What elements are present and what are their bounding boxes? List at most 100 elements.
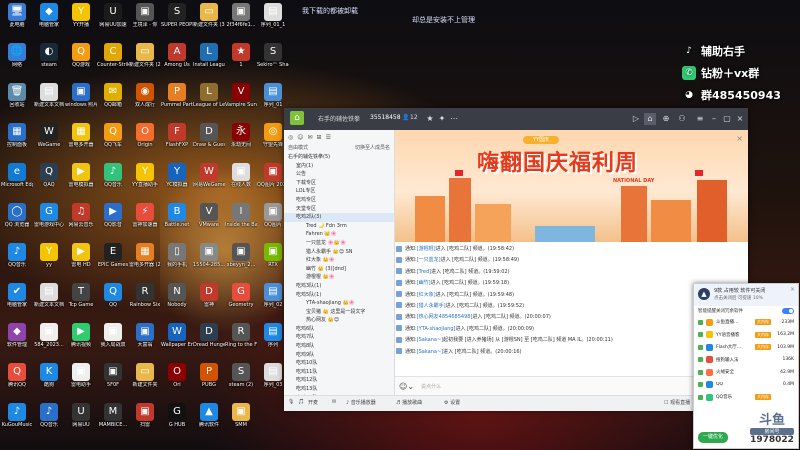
desktop-icon[interactable]: M MAMBICE... (97, 402, 129, 436)
desktop-icon[interactable]: G 雷电游戏中心 (33, 202, 65, 236)
popup-app-row[interactable]: Flash大厅... 大内存 103.9M (694, 341, 798, 354)
desktop-icon[interactable]: ✉ QQ邮箱 (97, 82, 129, 116)
desktop-icon[interactable]: U 网易UU (65, 402, 97, 436)
desktop-icon[interactable]: ▭ 新建文件夹 (129, 362, 161, 396)
emoji-icon[interactable]: ☺⌄ (399, 382, 414, 391)
bottom-toolbar-item[interactable]: ✉ (332, 399, 336, 405)
desktop-icon[interactable]: ▣ 5F0F (97, 362, 129, 396)
desktop-icon[interactable]: Ssteam (2) (225, 362, 257, 396)
desktop-icon[interactable]: R Rainbow Six (129, 282, 161, 316)
desktop-icon[interactable]: T Tcp Game (65, 282, 97, 316)
minimize-icon[interactable]: – (708, 113, 720, 125)
desktop-icon[interactable]: ▶ 腾讯视频 (65, 322, 97, 356)
popup-app-row[interactable]: 搜狗输入法 136K (694, 354, 798, 367)
promo-banner[interactable]: YY国庆 嗨翻国庆福利周 NATIONAL DAY × (395, 130, 748, 242)
desktop-icon[interactable]: B Battle.net (161, 202, 193, 236)
desktop-icon[interactable]: Y YC模拟器 (161, 162, 193, 196)
desktop-icon[interactable]: N Nobody (161, 282, 193, 316)
desktop-icon[interactable]: ▣ 584_2023... (33, 322, 65, 356)
desktop-icon[interactable]: WWallpaper Engine (161, 322, 193, 356)
desktop-icon[interactable]: ◉ 双人成行 (129, 82, 161, 116)
optimize-button[interactable]: 一键优化 (698, 432, 728, 443)
desktop-icon[interactable]: ▤ 序列_01_1 (257, 2, 289, 36)
desktop-icon[interactable]: V VMware (193, 202, 225, 236)
desktop-icon[interactable]: ▤ 新建文本文档 (33, 282, 65, 316)
desktop-icon[interactable]: ♫ 网易云音乐 (65, 202, 97, 236)
desktop-icon[interactable]: F FlashFXP (161, 122, 193, 156)
desktop-icon[interactable]: Q QQ飞车 (97, 122, 129, 156)
desktop-icon[interactable]: A Among Us (161, 42, 193, 76)
desktop-icon[interactable]: Yyy (33, 242, 65, 276)
desktop-icon[interactable]: ★ 1 (225, 42, 257, 76)
desktop-icon[interactable]: ▣ 在线人数 (225, 162, 257, 196)
bottom-toolbar-item[interactable]: ♪ 音乐播放器 (346, 399, 376, 406)
channel-item[interactable]: 红大象 👑🌸 (284, 256, 394, 265)
desktop-icon[interactable]: GG HUB (161, 402, 193, 436)
desktop-icon[interactable]: ◯ QQ 浏览器 (1, 202, 33, 236)
bottom-toolbar-item[interactable]: ⚙ 设置 (444, 399, 460, 406)
channel-item[interactable]: 吃鸡10队 (284, 359, 394, 368)
mode-switch-link[interactable]: 切换至人成员名 (355, 144, 390, 153)
game-icon[interactable]: ⊕ (660, 113, 672, 125)
channel-item[interactable]: Tred 🌙 Fdn 3rm (284, 222, 394, 231)
channel-item[interactable]: 右手的辅佐铁拳(5) (284, 153, 394, 162)
mode-selector[interactable]: 自由模式 (288, 144, 308, 153)
bottom-toolbar-item[interactable]: 🎙 (288, 399, 294, 405)
message-username[interactable]: [猎人永霸手] (417, 303, 446, 309)
channel-tool-icon[interactable]: ☺ (297, 134, 303, 141)
message-username[interactable]: [Sakana~] (417, 337, 443, 343)
desktop-icon[interactable]: LLeague of Legends (193, 82, 225, 116)
desktop-icon[interactable]: ✔ 电脑管家 (1, 282, 33, 316)
maximize-icon[interactable]: ▢ (721, 113, 733, 125)
channel-item[interactable]: 下载专区 (284, 179, 394, 188)
desktop-icon[interactable]: E EPIC Games (97, 242, 129, 276)
desktop-icon[interactable]: ♪ QQ音乐 (97, 162, 129, 196)
channel-item[interactable]: 宝贝猪 👑 这里是一段文字 (284, 308, 394, 317)
checkbox-checked-icon[interactable] (698, 394, 703, 400)
desktop-icon[interactable]: D Draw & Guess (193, 122, 225, 156)
desktop-icon[interactable]: ▶ QQ影音 (97, 202, 129, 236)
desktop-icon[interactable]: ♪ QQ音乐 (33, 402, 65, 436)
channel-item[interactable]: 吃鸡2队(3) (284, 213, 394, 222)
message-username[interactable]: [一只蓝龙] (417, 257, 441, 263)
checkbox-checked-icon[interactable] (698, 344, 703, 350)
desktop-icon[interactable]: W网易WeGame... (193, 162, 225, 196)
channel-item[interactable]: 吃鸡13队 (284, 385, 394, 394)
desktop-icon[interactable]: 🗑 回收站 (1, 82, 33, 116)
desktop-icon[interactable]: ⚡ 雷神加速器 (129, 202, 161, 236)
desktop-icon[interactable]: ◆ 软件管理 (1, 322, 33, 356)
channel-item[interactable]: 幽竹 👑 (3)[dnd] (284, 265, 394, 274)
bottom-toolbar-item[interactable]: 开麦 (308, 399, 318, 406)
bottom-toolbar-item[interactable]: ♬ 播放歌曲 (396, 399, 422, 406)
checkbox-checked-icon[interactable] (698, 357, 703, 363)
desktop-icon[interactable]: ▭ 新建文件夹 (2) (129, 42, 161, 76)
channel-tool-icon[interactable]: ⊞ (317, 134, 322, 141)
desktop-icon[interactable]: Q QAQ (33, 162, 65, 196)
popup-option-toggle[interactable] (782, 308, 794, 314)
desktop-icon[interactable]: D Dread Hunger (193, 322, 225, 356)
popup-app-row[interactable]: QQ音乐 大内存 (694, 391, 798, 404)
desktop-icon[interactable]: ▦ 雷电多开器 (2) (129, 242, 161, 276)
star-icon[interactable]: ★ (424, 113, 436, 125)
message-username[interactable]: [YTA-shaojiang] (417, 326, 456, 332)
desktop-icon[interactable]: SSekiro™ Shadow... (257, 42, 289, 76)
message-username[interactable]: [红大象] (417, 292, 436, 298)
bottom-toolbar-item[interactable]: 🎵 (298, 399, 304, 405)
desktop-icon[interactable]: ♪ QQ音乐 (1, 242, 33, 276)
desktop-icon[interactable]: ▣windows 照片查看器 (65, 82, 97, 116)
channel-item[interactable]: 吃鸡12队 (284, 376, 394, 385)
message-username[interactable]: [Sakana~] (417, 349, 443, 355)
message-username[interactable]: [热心网友4854685498] (417, 314, 473, 320)
desktop-icon[interactable]: ♪ KuGouMusic (1, 402, 33, 436)
channel-tool-icon[interactable]: ✉ (308, 134, 313, 141)
desktop-icon[interactable]: K 酷狗 (33, 362, 65, 396)
channel-item[interactable]: 吃鸡11队 (284, 368, 394, 377)
popup-app-row[interactable]: 火绒安全 42.9M (694, 366, 798, 379)
optimization-popup[interactable]: ▲ 9款 占用较 软件可关闭 点击关闭后 可提速 10% × 智能提醒关闭冗余软… (693, 283, 799, 449)
desktop-icon[interactable]: ▶ 雷电 HD (65, 242, 97, 276)
desktop-icon[interactable]: Q QQ游戏 (65, 42, 97, 76)
message-username[interactable]: [幽竹] (417, 280, 431, 286)
popup-app-row[interactable]: YY语音播客 大内存 163.2M (694, 329, 798, 342)
desktop-icon[interactable]: ◆ 电脑管家 (33, 2, 65, 36)
window-titlebar[interactable]: ⌂ 右手的辅佐铁拳 35518458 👤 12 ★ ✦ ⋯ ▷ ⌂ ⊕ ⚇ ≡ … (284, 108, 748, 130)
